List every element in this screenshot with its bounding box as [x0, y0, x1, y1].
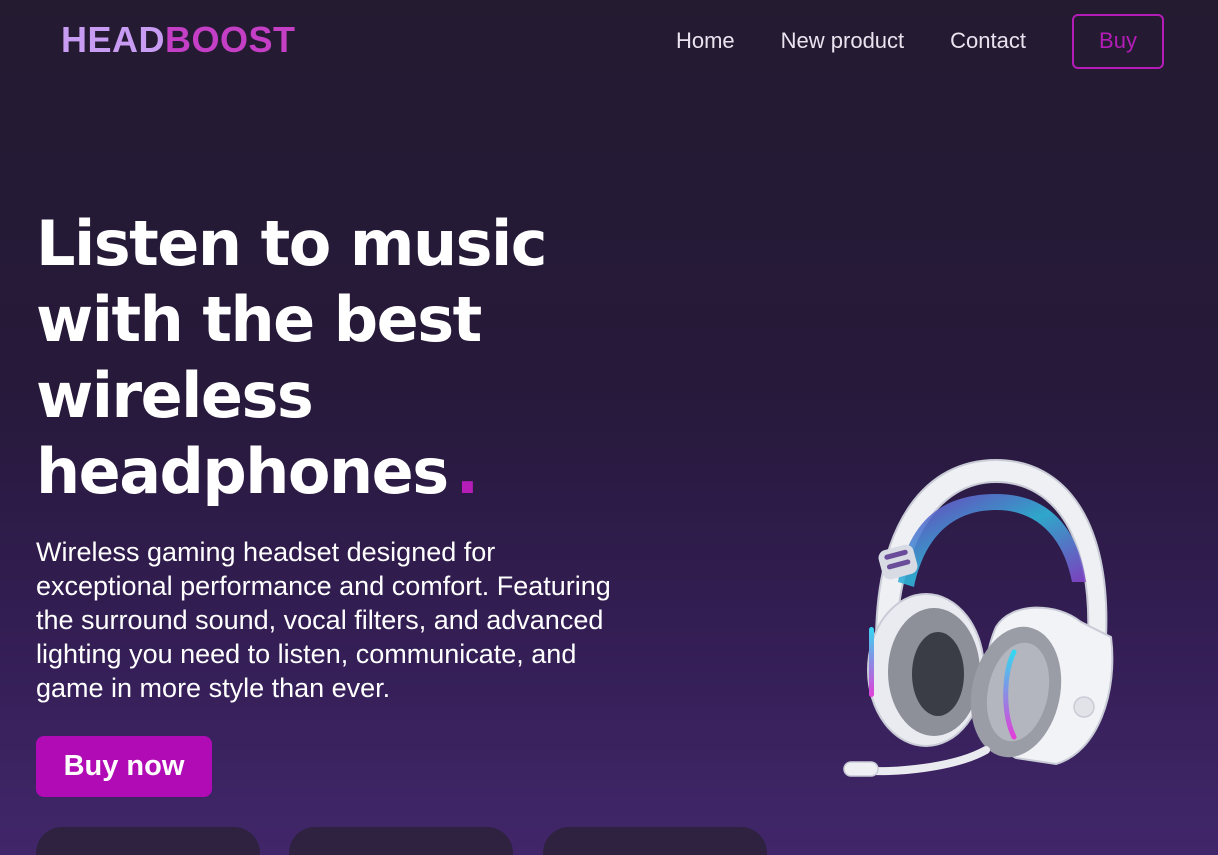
- hero-title-line-3: wireless: [36, 359, 314, 432]
- nav-buy-button[interactable]: Buy: [1072, 13, 1164, 69]
- brand-logo-head: HEAD: [61, 19, 166, 60]
- hero-description: Wireless gaming headset designed for exc…: [36, 535, 696, 705]
- brand-logo-boost: BOOST: [165, 19, 296, 60]
- hero-title-line-4-text: headphones: [36, 435, 449, 508]
- hero-title-line-1: Listen to music: [36, 207, 548, 280]
- nav-link-home[interactable]: Home: [676, 13, 735, 69]
- hero-title-dot: .: [455, 435, 480, 508]
- buy-now-button[interactable]: Buy now: [36, 736, 212, 797]
- nav-links: Home New product Contact Buy: [676, 13, 1164, 69]
- hero-title: Listen to music with the best wireless h…: [36, 206, 736, 510]
- nav-link-contact[interactable]: Contact: [950, 13, 1026, 69]
- hero-description-line-4: lighting you need to listen, communicate…: [36, 639, 577, 669]
- hero-description-line-5: game in more style than ever.: [36, 673, 391, 703]
- headset-image: [843, 458, 1114, 777]
- feature-card-2: [289, 827, 513, 855]
- brand-logo[interactable]: HEADBOOST: [61, 20, 296, 60]
- nav-link-new-product[interactable]: New product: [781, 13, 905, 69]
- hero-description-line-3: the surround sound, vocal filters, and a…: [36, 605, 604, 635]
- hero-title-line-4: headphones.: [36, 434, 736, 510]
- hero-title-line-2: with the best: [36, 283, 482, 356]
- feature-card-3: [543, 827, 767, 855]
- navbar: HEADBOOST Home New product Contact Buy: [0, 0, 1218, 82]
- hero-description-line-2: exceptional performance and comfort. Fea…: [36, 571, 611, 601]
- feature-card-1: [36, 827, 260, 855]
- hero-description-line-1: Wireless gaming headset designed for: [36, 537, 496, 567]
